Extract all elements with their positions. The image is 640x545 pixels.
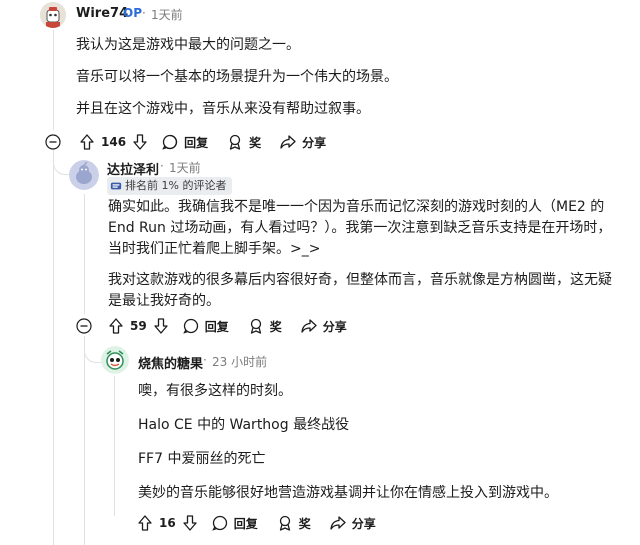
comment-body: 噢，有很多这样的时刻。 Halo CE 中的 Warthog 最终战役 FF7 … — [138, 381, 618, 504]
award-label: 奖 — [298, 516, 311, 531]
reply-button[interactable]: 回复 — [211, 514, 258, 532]
timestamp[interactable]: 1天前 — [151, 6, 183, 23]
reply-label: 回复 — [184, 135, 209, 150]
vote-group: 16 — [136, 514, 199, 532]
upvote-icon[interactable] — [107, 317, 125, 335]
award-button[interactable]: 奖 — [226, 133, 261, 151]
reply-label: 回复 — [233, 516, 258, 531]
collapse-icon[interactable] — [76, 318, 92, 334]
avatar-candy — [101, 346, 129, 374]
downvote-icon[interactable] — [181, 514, 199, 532]
username[interactable]: 达拉泽利 — [107, 159, 159, 178]
timestamp[interactable]: 1天前 — [169, 159, 201, 176]
action-bar: 16 回复 奖 分享 — [136, 514, 394, 532]
meta-dot: · — [203, 353, 207, 367]
vote-count: 16 — [159, 516, 176, 530]
paragraph: 确实如此。我确信我不是唯一一个因为音乐而记忆深刻的游戏时刻的人（ME2 的 En… — [108, 199, 612, 257]
comment-icon — [182, 317, 200, 335]
paragraph: 音乐可以将一个基本的场景提升为一个伟大的场景。 — [76, 69, 398, 85]
upvote-icon[interactable] — [78, 133, 96, 151]
avatar[interactable] — [40, 2, 66, 28]
upvote-icon[interactable] — [136, 514, 154, 532]
username[interactable]: 烧焦的糖果 — [138, 353, 203, 372]
timestamp[interactable]: 23 小时前 — [212, 353, 267, 370]
paragraph: 并且在这个游戏中，音乐从来没有帮助过叙事。 — [76, 101, 370, 117]
share-label: 分享 — [351, 516, 376, 531]
collapse-icon[interactable] — [45, 134, 61, 150]
user-flair: 排名前 1% 的评论者 — [107, 177, 233, 195]
award-icon — [276, 514, 294, 532]
flair-icon — [110, 182, 122, 190]
comment-body: 我认为这是游戏中最大的问题之一。 音乐可以将一个基本的场景提升为一个伟大的场景。… — [76, 35, 616, 120]
comment-icon — [211, 514, 229, 532]
paragraph: 噢，有很多这样的时刻。 — [138, 383, 292, 399]
avatar-wire74 — [40, 2, 66, 28]
vote-count: 146 — [101, 135, 127, 149]
reply-button[interactable]: 回复 — [182, 317, 229, 335]
paragraph: FF7 中爱丽丝的死亡 — [138, 451, 266, 467]
award-button[interactable]: 奖 — [247, 317, 282, 335]
share-button[interactable]: 分享 — [279, 133, 326, 151]
meta-dot: · — [142, 6, 146, 20]
comment-body: 确实如此。我确信我不是唯一一个因为音乐而记忆深刻的游戏时刻的人（ME2 的 En… — [108, 197, 620, 312]
reply-button[interactable]: 回复 — [161, 133, 208, 151]
vote-group: 59 — [107, 317, 170, 335]
downvote-icon[interactable] — [152, 317, 170, 335]
avatar[interactable] — [69, 160, 99, 190]
username[interactable]: Wire74 — [76, 6, 128, 21]
paragraph: Halo CE 中的 Warthog 最终战役 — [138, 417, 350, 433]
share-button[interactable]: 分享 — [300, 317, 347, 335]
paragraph: 我对这款游戏的很多幕后内容很好奇，但整体而言，音乐就像是方枘圆凿，这无疑是最让我… — [108, 272, 612, 309]
award-button[interactable]: 奖 — [276, 514, 311, 532]
reply-label: 回复 — [204, 319, 229, 334]
award-label: 奖 — [249, 135, 262, 150]
comment-icon — [161, 133, 179, 151]
share-icon — [329, 514, 347, 532]
award-icon — [226, 133, 244, 151]
action-bar: 59 回复 奖 分享 — [107, 317, 365, 335]
paragraph: 我认为这是游戏中最大的问题之一。 — [76, 37, 300, 53]
award-icon — [247, 317, 265, 335]
flair-label: 排名前 1% 的评论者 — [125, 179, 227, 192]
share-label: 分享 — [302, 135, 327, 150]
award-label: 奖 — [269, 319, 282, 334]
vote-count: 59 — [130, 319, 147, 333]
meta-dot: · — [160, 159, 164, 173]
paragraph: 美妙的音乐能够很好地营造游戏基调并让你在情感上投入到游戏中。 — [138, 485, 558, 501]
share-label: 分享 — [322, 319, 347, 334]
share-button[interactable]: 分享 — [329, 514, 376, 532]
action-bar: 146 回复 奖 分享 — [78, 133, 344, 151]
share-icon — [300, 317, 318, 335]
downvote-icon[interactable] — [131, 133, 149, 151]
avatar-dalazeli — [69, 160, 99, 190]
op-badge: OP — [123, 6, 142, 20]
avatar[interactable] — [101, 346, 129, 374]
share-icon — [279, 133, 297, 151]
vote-group: 146 — [78, 133, 149, 151]
